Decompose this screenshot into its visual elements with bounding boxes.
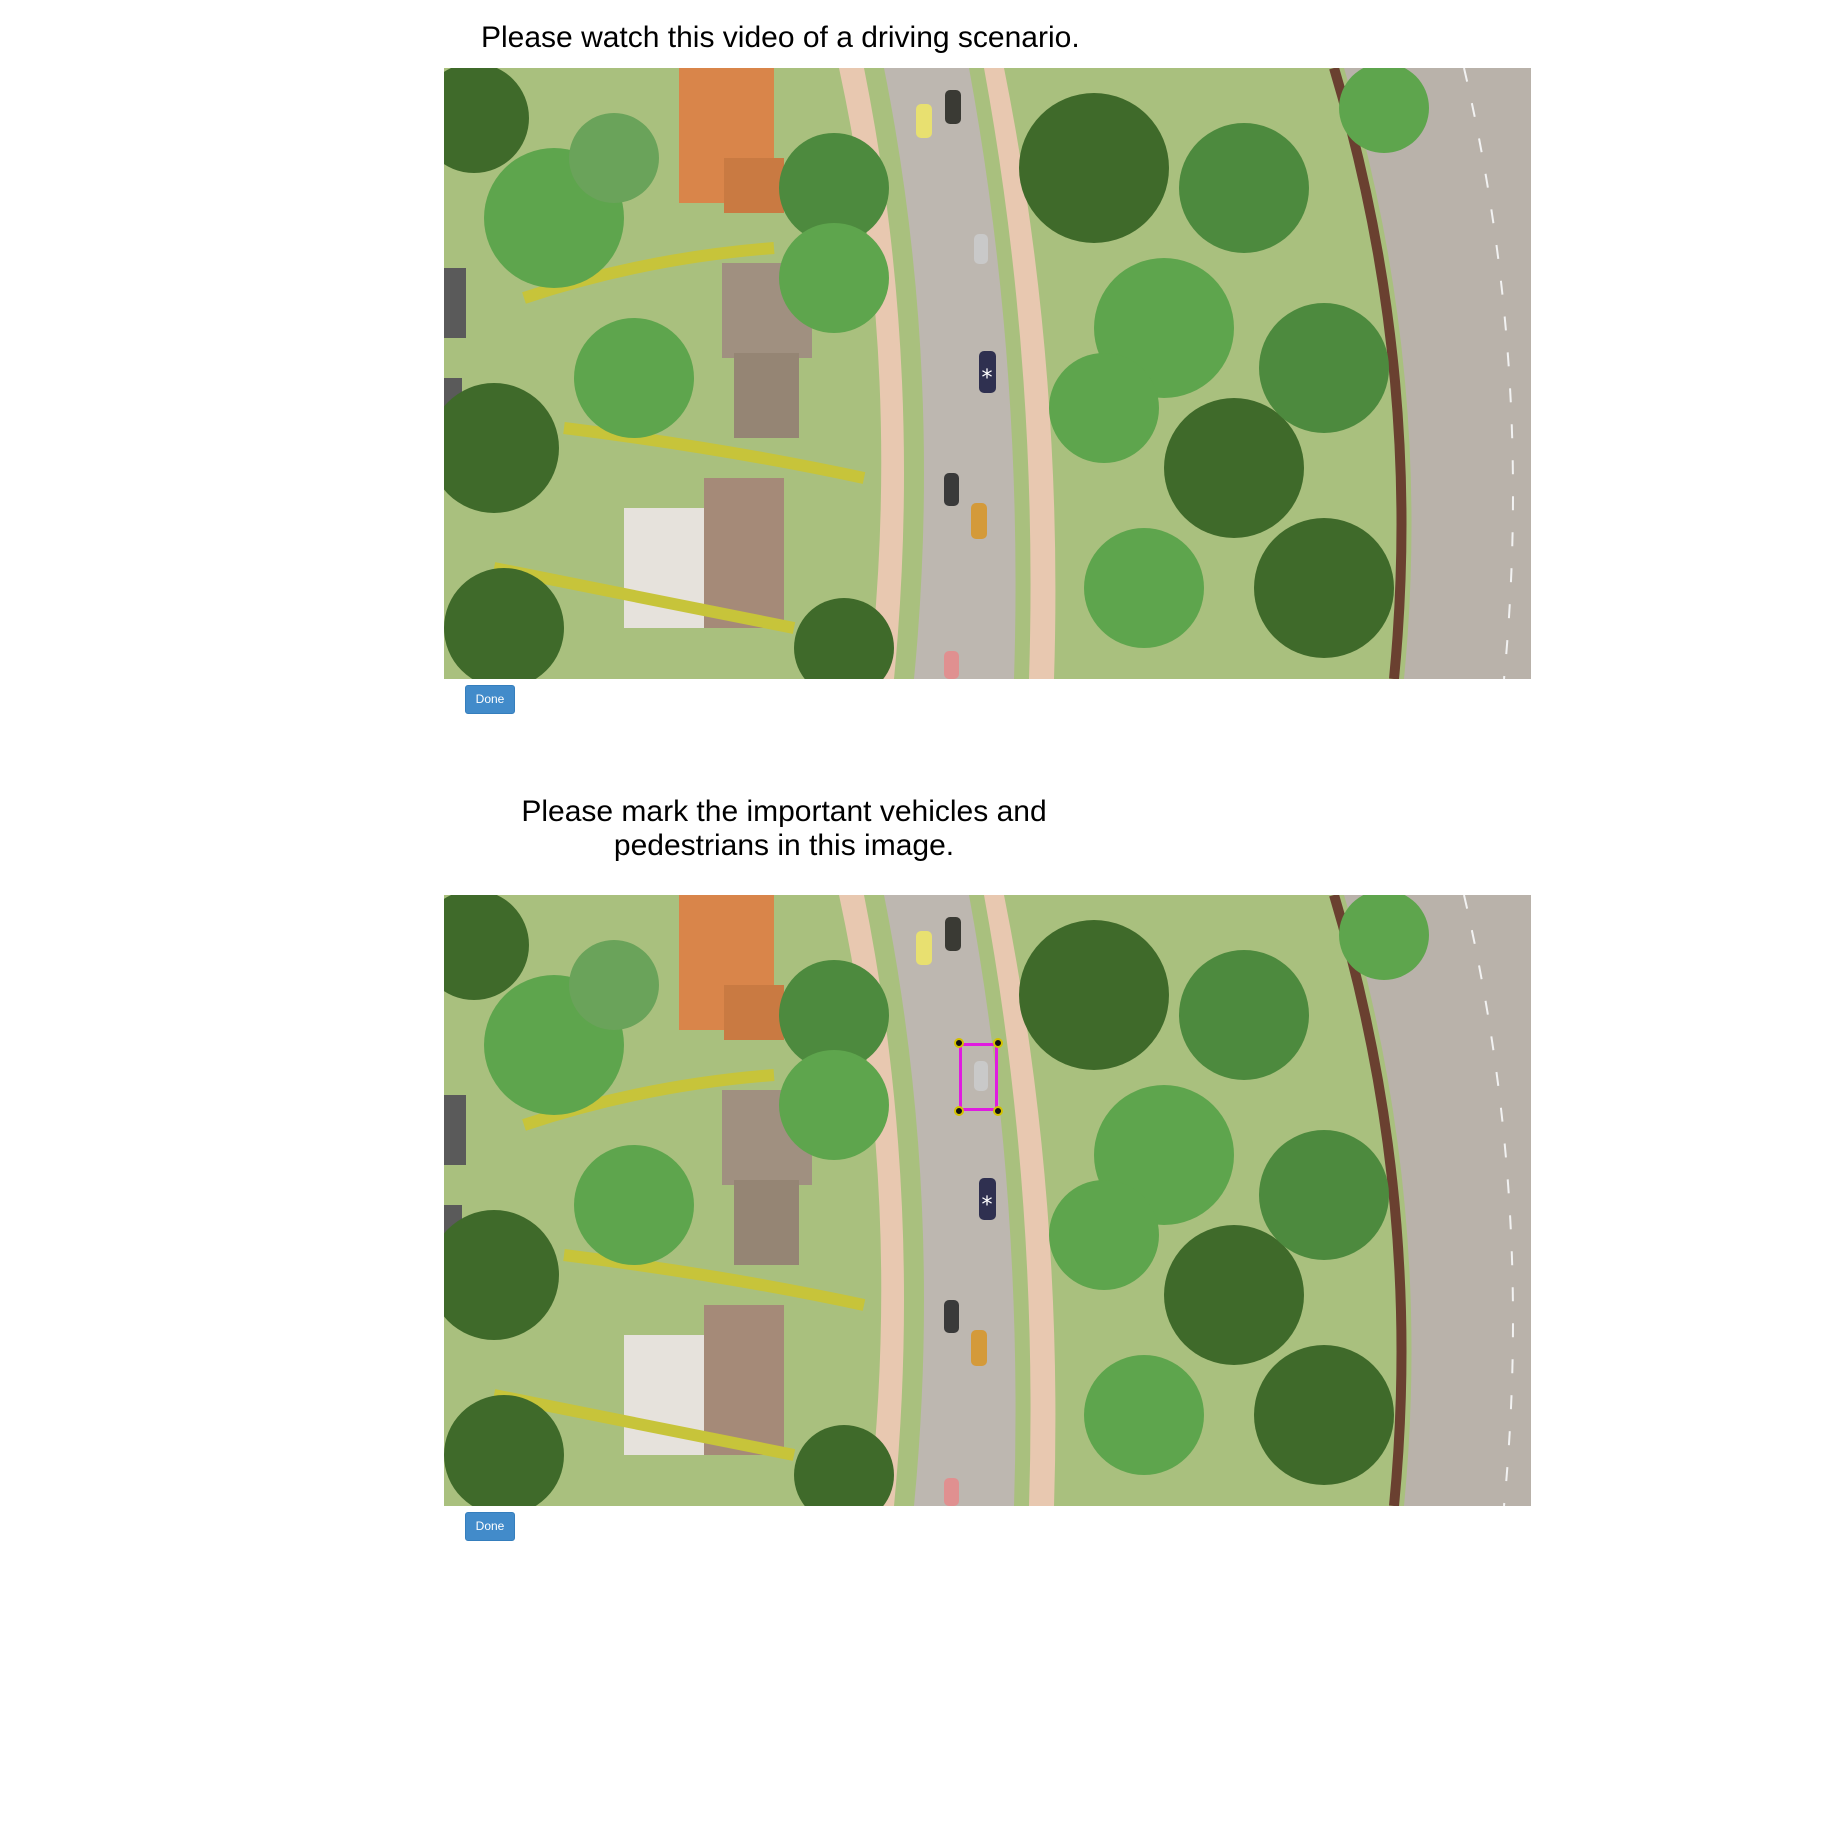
vehicle-dark-2 bbox=[944, 1300, 959, 1333]
vehicle-dark-2 bbox=[944, 473, 959, 506]
annotation-heading-line1: Please mark the important vehicles and bbox=[521, 795, 1047, 828]
vehicle-yellow bbox=[916, 104, 932, 138]
resize-handle-top-left[interactable] bbox=[954, 1038, 964, 1048]
aerial-scene-image: * bbox=[444, 895, 1531, 1506]
resize-handle-top-right[interactable] bbox=[993, 1038, 1003, 1048]
ego-vehicle-marker: * bbox=[982, 1193, 993, 1218]
annotation-done-button[interactable]: Done bbox=[465, 1512, 515, 1541]
vehicle-dark bbox=[945, 917, 961, 951]
vehicle-pink bbox=[944, 651, 959, 679]
vehicle-yellow bbox=[916, 931, 932, 965]
annotation-heading-line2: pedestrians in this image. bbox=[613, 829, 955, 862]
vehicle-dark bbox=[945, 90, 961, 124]
annotation-instruction-heading: Please mark the important vehicles and pe… bbox=[444, 795, 1124, 863]
annotation-canvas[interactable]: * bbox=[444, 895, 1531, 1506]
vehicle-pink bbox=[944, 1478, 959, 1506]
ego-vehicle-marker: * bbox=[982, 366, 993, 391]
driving-video-player[interactable]: * bbox=[444, 68, 1531, 679]
vehicle-orange bbox=[971, 1330, 987, 1366]
resize-handle-bottom-right[interactable] bbox=[993, 1106, 1003, 1116]
vehicle-bounding-box[interactable] bbox=[954, 1038, 1003, 1116]
resize-handle-bottom-left[interactable] bbox=[954, 1106, 964, 1116]
video-instruction-heading: Please watch this video of a driving sce… bbox=[481, 21, 1080, 54]
video-done-button[interactable]: Done bbox=[465, 685, 515, 714]
vehicle-orange bbox=[971, 503, 987, 539]
aerial-scene-frame: * bbox=[444, 68, 1531, 679]
vehicle-silver bbox=[974, 234, 988, 264]
